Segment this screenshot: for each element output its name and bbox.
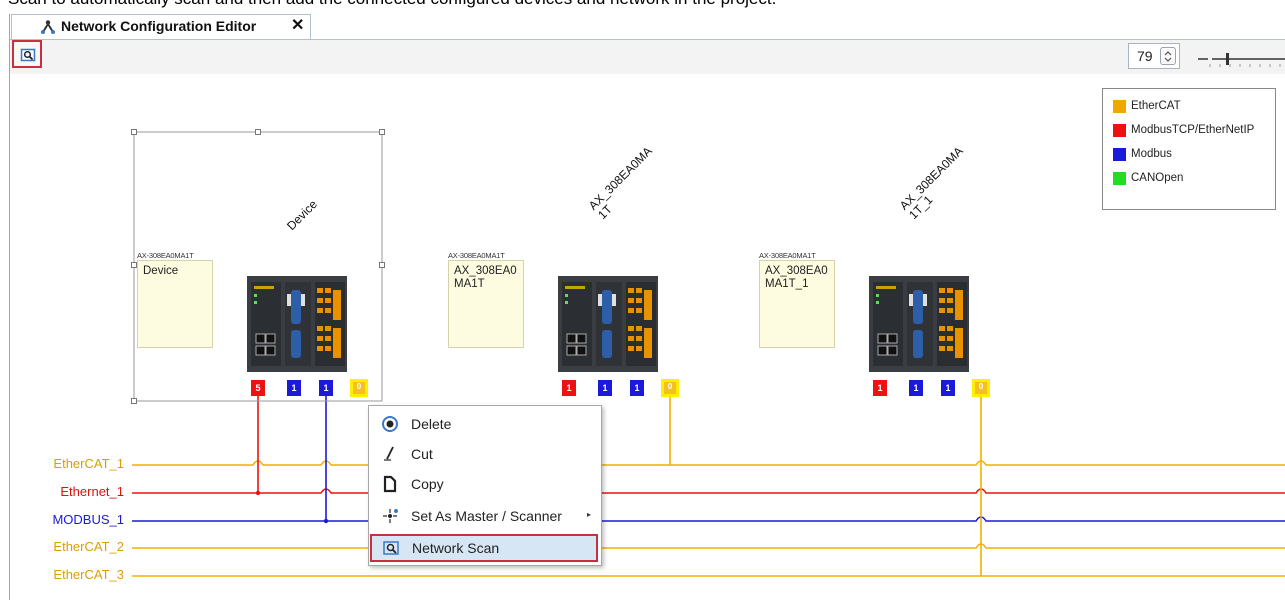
modbus-port-badge[interactable]: 1	[941, 380, 955, 396]
modbus-port-badge[interactable]: 1	[909, 380, 923, 396]
copy-icon	[381, 475, 399, 493]
device-model-label: AX-308EA0MA1T	[448, 251, 505, 260]
selection-handle[interactable]	[131, 262, 137, 268]
selection-handle[interactable]	[131, 398, 137, 404]
ethernet-port-badge[interactable]: 5	[251, 380, 265, 396]
menu-item-copy[interactable]: Copy	[369, 470, 599, 498]
delete-icon	[381, 415, 399, 433]
menu-item-network-scan[interactable]: Network Scan	[370, 534, 598, 562]
selection-handle[interactable]	[131, 129, 137, 135]
ethernet-port-badge[interactable]: 1	[873, 380, 887, 396]
bus-label: Ethernet_1	[60, 484, 124, 499]
ethernet-port-badge[interactable]: 1	[562, 380, 576, 396]
submenu-arrow-icon: ▸	[586, 510, 591, 519]
zoom-slider[interactable]	[1196, 50, 1285, 70]
device-note: Device	[137, 260, 213, 348]
bus-label: EtherCAT_1	[53, 456, 124, 471]
device-name: AX_308EA0MA 1T_1	[896, 143, 966, 222]
selection-handle[interactable]	[255, 129, 261, 135]
connection-dot	[255, 490, 261, 496]
cut-icon	[381, 445, 399, 463]
ethercat-port-badge[interactable]: 0	[661, 379, 679, 397]
modbus-port-badge[interactable]: 1	[630, 380, 644, 396]
legend-label: EtherCAT	[1131, 100, 1181, 112]
bus-label: EtherCAT_2	[53, 539, 124, 554]
legend-label: Modbus	[1131, 148, 1172, 160]
network-scan-icon	[382, 539, 400, 557]
master-scanner-icon	[381, 507, 399, 525]
modbus-port-badge[interactable]: 1	[598, 380, 612, 396]
menu-item-label: Delete	[411, 416, 452, 432]
ethercat-port-badge[interactable]: 0	[972, 379, 990, 397]
device-model-label: AX-308EA0MA1T	[759, 251, 816, 260]
bus-label: EtherCAT_3	[53, 567, 124, 582]
menu-item-label: Set As Master / Scanner	[411, 508, 562, 524]
menu-item-label: Cut	[411, 446, 433, 462]
plc-module-image	[247, 276, 347, 377]
editor-toolbar: 79	[10, 40, 1285, 74]
menu-item-delete[interactable]: Delete	[369, 410, 599, 438]
menu-item-set-as-master-scanner[interactable]: Set As Master / Scanner ▸	[369, 502, 599, 530]
bus-line	[132, 488, 1285, 494]
ethercat-port-badge[interactable]: 0	[350, 379, 368, 397]
instruction-caption: Scan to automatically scan and then add …	[8, 0, 776, 9]
tab-network-configuration-editor[interactable]: Network Configuration Editor ✕	[11, 14, 311, 39]
bus-line	[132, 460, 1285, 466]
network-scan-icon	[20, 48, 36, 62]
zoom-level-input[interactable]: 79	[1128, 43, 1180, 69]
plc-module-image	[558, 276, 658, 377]
legend-swatch	[1113, 124, 1126, 137]
plc-module-image	[869, 276, 969, 377]
menu-item-cut[interactable]: Cut	[369, 440, 599, 468]
tab-title: Network Configuration Editor	[61, 18, 257, 34]
tab-strip: Network Configuration Editor ✕	[10, 14, 1285, 40]
device-note: AX_308EA0 MA1T_1	[759, 260, 835, 348]
bus-label: MODBUS_1	[52, 512, 124, 527]
legend-swatch	[1113, 148, 1126, 161]
network-configuration-editor: Network Configuration Editor ✕ 79 EtherC…	[9, 14, 1285, 600]
legend-swatch	[1113, 172, 1126, 185]
selection-handle[interactable]	[379, 262, 385, 268]
context-menu: Delete Cut Copy Set As Master / Scanner ▸ Net…	[368, 405, 602, 566]
device-model-label: AX-308EA0MA1T	[137, 251, 194, 260]
menu-item-label: Network Scan	[412, 540, 500, 556]
bus-line	[132, 543, 1285, 549]
network-legend: EtherCAT ModbusTCP/EtherNetIP Modbus CANOpe…	[1102, 88, 1276, 210]
zoom-spinner[interactable]	[1160, 47, 1176, 65]
legend-swatch	[1113, 100, 1126, 113]
bus-line	[132, 516, 1285, 522]
legend-label: ModbusTCP/EtherNetIP	[1131, 124, 1255, 136]
modbus-port-badge[interactable]: 1	[319, 380, 333, 396]
legend-label: CANOpen	[1131, 172, 1184, 184]
network-scan-button[interactable]	[12, 40, 42, 68]
close-tab-icon[interactable]: ✕	[291, 18, 304, 34]
modbus-port-badge[interactable]: 1	[287, 380, 301, 396]
device-name: AX_308EA0MA 1T	[585, 143, 655, 222]
network-editor-icon	[40, 19, 56, 35]
device-name: Device	[284, 197, 320, 233]
connection-dot	[323, 518, 329, 524]
zoom-value: 79	[1137, 48, 1153, 64]
device-note: AX_308EA0 MA1T	[448, 260, 524, 348]
menu-item-label: Copy	[411, 476, 444, 492]
selection-handle[interactable]	[379, 129, 385, 135]
